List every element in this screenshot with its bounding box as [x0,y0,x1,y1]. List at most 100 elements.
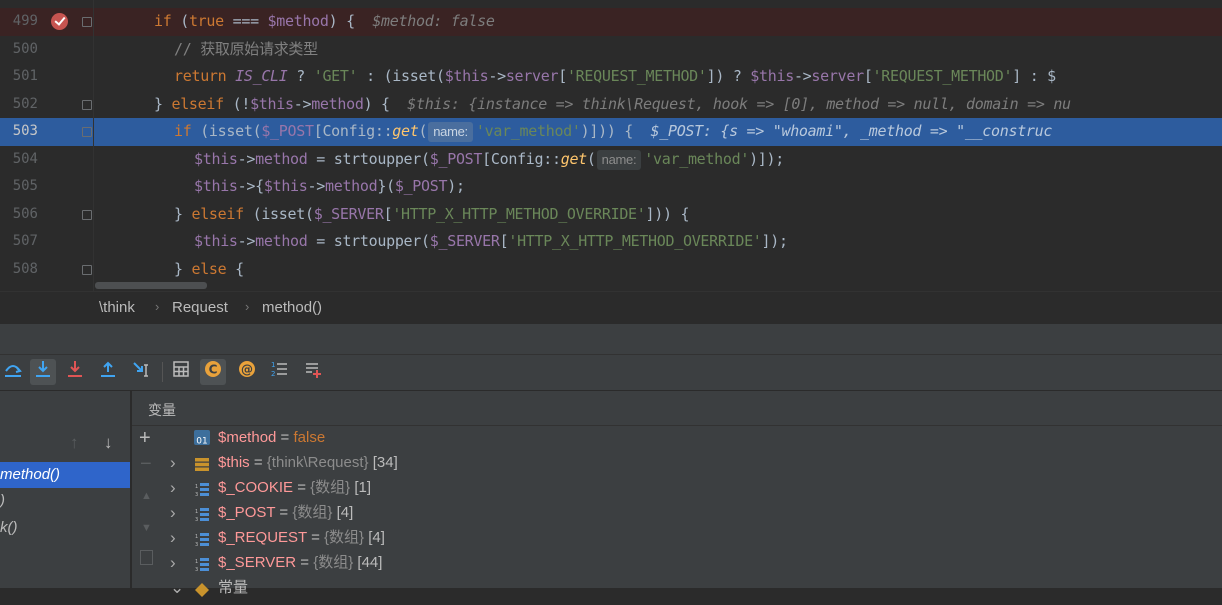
variables-title: 变量 [148,402,176,418]
chevron-right-icon[interactable]: › [170,450,182,475]
variable-type: {数组} [324,529,365,546]
line-number: 507 [12,233,38,249]
variable-text: $_COOKIE = {数组} [1] [218,475,371,500]
force-step-into-icon[interactable] [62,359,88,385]
fold-marker-icon[interactable] [82,99,92,110]
step-into-icon[interactable] [30,359,56,385]
gutter-separator [93,0,94,291]
svg-text:1: 1 [271,361,275,369]
frame-item[interactable]: method() [0,462,130,488]
code-token: $this [250,94,294,113]
sort-list-icon[interactable]: 12 [266,359,292,385]
code-token: (! [223,94,251,113]
add-watch-icon[interactable] [300,359,326,385]
code-token: true [188,12,224,30]
breakpoint-icon[interactable] [51,13,68,30]
code-text: if (true === $method) { $method: false [154,8,495,36]
code-text: } else { [174,256,244,284]
code-token: $this [444,67,489,85]
parameter-hint: name: [428,122,473,142]
line-number: 503 [12,123,38,139]
show-static-members-icon[interactable]: @ [234,359,260,385]
chevron-right-icon[interactable]: › [170,525,182,550]
run-to-cursor-icon[interactable] [129,359,155,385]
debug-toolbar: C @ 12 [0,355,1222,391]
fold-marker-icon[interactable] [82,17,92,27]
code-line[interactable]: 505 $this->{$this->method}($_POST); [0,173,1222,201]
line-gutter[interactable]: 504 [0,146,90,174]
variable-name: $method [218,429,277,446]
fold-marker-icon[interactable] [82,209,92,220]
frame-item[interactable]: ) [0,488,130,514]
code-token: )])) { [580,122,634,140]
code-line[interactable]: 503 if (isset($_POST[Config::get(name:'va… [0,118,1222,146]
frame-label: ) [0,492,5,509]
code-editor[interactable]: 499 if (true === $method) { $method: fals… [0,0,1222,291]
variable-equals: = [275,504,293,521]
line-gutter[interactable]: 502 [0,91,92,119]
code-token: [ [383,204,393,223]
line-gutter[interactable]: 500 [0,36,90,64]
breadcrumb-separator: › [155,299,160,314]
line-gutter[interactable]: 506 [0,201,92,229]
chevron-right-icon[interactable]: › [170,500,182,525]
code-line[interactable]: 506} elseif (isset($_SERVER['HTTP_X_HTTP… [0,201,1222,229]
code-token: -> [488,67,506,85]
breadcrumb-namespace[interactable]: \think [99,299,135,316]
line-gutter[interactable]: 501 [0,63,90,91]
code-line[interactable]: 500 // 获取原始请求类型 [0,36,1222,64]
code-line[interactable]: 499 if (true === $method) { $method: fals… [0,8,1222,36]
inline-value-hint: $this: {instance => think\Request, hook … [389,94,1071,113]
breadcrumb-method[interactable]: method() [262,299,322,316]
line-gutter[interactable]: 503 [0,118,92,146]
show-class-constants-icon[interactable]: C [200,359,226,385]
variable-name: $_SERVER [218,554,297,571]
line-gutter[interactable]: 505 [0,173,90,201]
move-down-icon[interactable]: ▼ [141,522,152,534]
line-gutter[interactable]: 508 [0,256,92,284]
line-gutter[interactable]: 499 [0,8,92,36]
variable-type: {数组} [313,554,354,571]
horizontal-scrollbar[interactable] [95,282,207,289]
add-icon[interactable]: + [139,427,151,450]
step-out-icon[interactable] [95,359,121,385]
line-number: 506 [12,205,38,222]
code-line[interactable]: 508 } else { [0,256,1222,284]
chevron-right-icon[interactable]: › [170,475,182,500]
array-icon: 13 [194,505,210,523]
line-number: 501 [12,68,38,84]
move-up-icon[interactable]: ▲ [141,490,152,502]
code-token: } [154,94,172,113]
code-line[interactable]: 507 $this->method = strtoupper($_SERVER['… [0,228,1222,256]
evaluate-expression-icon[interactable] [168,359,194,385]
frame-item[interactable]: k() [0,515,130,541]
svg-text:2: 2 [271,370,275,378]
fold-marker-icon[interactable] [82,127,92,137]
code-token: // 获取原始请求类型 [174,39,318,58]
code-token: $_SERVER [429,232,500,250]
code-token: ( [171,12,189,30]
breadcrumb-separator: › [245,299,250,314]
frame-label: k() [0,519,18,536]
arrow-up-icon[interactable]: ↑ [70,433,79,453]
breadcrumb-class[interactable]: Request [172,299,228,316]
copy-icon[interactable] [140,550,153,565]
variables-header: 变量 [132,391,1222,426]
variable-count: [1] [350,479,372,496]
code-line[interactable]: 501 return IS_CLI ? 'GET' : (isset($this-… [0,63,1222,91]
code-token: method [311,94,364,113]
code-line[interactable]: 504 $this->method = strtoupper($_POST[Con… [0,146,1222,174]
remove-icon[interactable]: − [140,453,152,476]
code-token: $this [194,149,238,168]
fold-marker-icon[interactable] [82,264,92,275]
line-gutter[interactable]: 507 [0,228,90,256]
code-token: ])) { [645,204,690,223]
arrow-down-icon[interactable]: ↓ [104,433,113,453]
chevron-right-icon[interactable]: › [170,550,182,575]
step-over-icon[interactable] [0,359,26,385]
parameter-hint: name: [596,149,642,170]
code-token: 'var_method' [475,122,581,140]
code-text: // 获取原始请求类型 [174,36,318,64]
code-token: [ [863,67,873,85]
code-line[interactable]: 502} elseif (!$this->method) { $this: {i… [0,91,1222,119]
